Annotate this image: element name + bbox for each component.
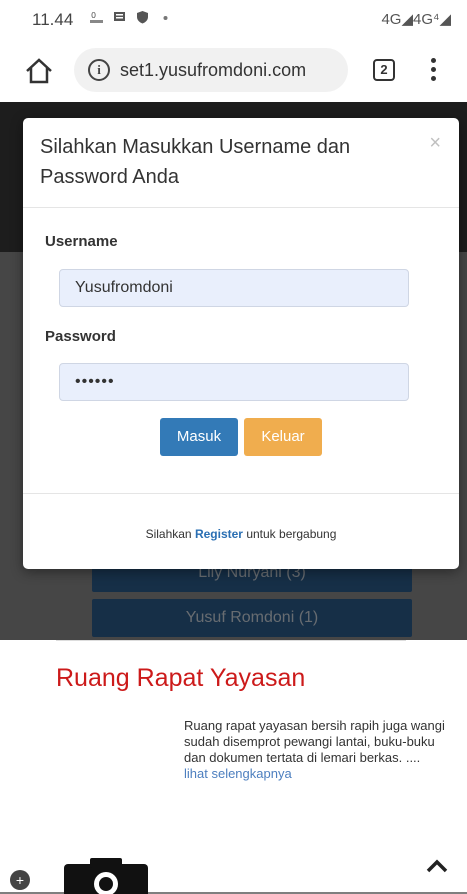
shield-icon bbox=[137, 11, 148, 24]
modal-header: Silahkan Masukkan Username dan Password … bbox=[23, 118, 459, 208]
url-text[interactable]: set1.yusufromdoni.com bbox=[120, 60, 306, 81]
room-description-text: Ruang rapat yayasan bersih rapih juga wa… bbox=[184, 718, 445, 765]
plus-icon[interactable]: + bbox=[10, 870, 30, 890]
info-icon[interactable]: i bbox=[88, 59, 110, 81]
section-divider bbox=[56, 640, 406, 641]
close-icon[interactable]: × bbox=[429, 132, 441, 155]
status-bar: 11.44 0 4G◢4G⁴◢ bbox=[0, 0, 467, 40]
register-link[interactable]: Register bbox=[195, 527, 243, 541]
address-bar[interactable]: i set1.yusufromdoni.com bbox=[74, 48, 348, 92]
exit-button[interactable]: Keluar bbox=[244, 418, 322, 456]
login-button[interactable]: Masuk bbox=[160, 418, 238, 456]
home-icon[interactable] bbox=[24, 57, 54, 85]
modal-footer: Silahkan Register untuk bergabung bbox=[23, 493, 459, 569]
username-field[interactable]: Yusufromdoni bbox=[59, 269, 409, 307]
tab-switcher-button[interactable]: 2 bbox=[373, 59, 395, 81]
browser-toolbar: i set1.yusufromdoni.com 2 bbox=[0, 40, 467, 102]
status-time: 11.44 bbox=[32, 10, 74, 29]
password-label: Password bbox=[45, 328, 116, 345]
network-indicator: 4G◢4G⁴◢ bbox=[381, 11, 451, 28]
data-usage-icon: 0 bbox=[90, 11, 103, 23]
room-description: Ruang rapat yayasan bersih rapih juga wa… bbox=[184, 718, 452, 782]
message-icon bbox=[114, 12, 125, 21]
register-prompt: Silahkan Register untuk bergabung bbox=[23, 527, 459, 541]
register-prompt-prefix: Silahkan bbox=[145, 527, 192, 541]
register-prompt-suffix: untuk bergabung bbox=[246, 527, 337, 541]
overflow-menu-icon[interactable] bbox=[428, 58, 438, 84]
svg-text:0: 0 bbox=[91, 11, 96, 20]
modal-title: Silahkan Masukkan Username dan Password … bbox=[40, 136, 351, 188]
chevron-up-icon[interactable] bbox=[426, 858, 448, 874]
room-read-more-link[interactable]: lihat selengkapnya bbox=[184, 766, 292, 781]
username-label: Username bbox=[45, 233, 118, 250]
password-field[interactable]: •••••• bbox=[59, 363, 409, 401]
dot-icon bbox=[163, 16, 168, 20]
camera-icon bbox=[64, 858, 148, 894]
room-section: Ruang Rapat Yayasan Ruang rapat yayasan … bbox=[0, 640, 467, 894]
room-title: Ruang Rapat Yayasan bbox=[56, 664, 306, 692]
login-modal: Silahkan Masukkan Username dan Password … bbox=[23, 118, 459, 569]
status-icons: 0 bbox=[90, 10, 172, 24]
